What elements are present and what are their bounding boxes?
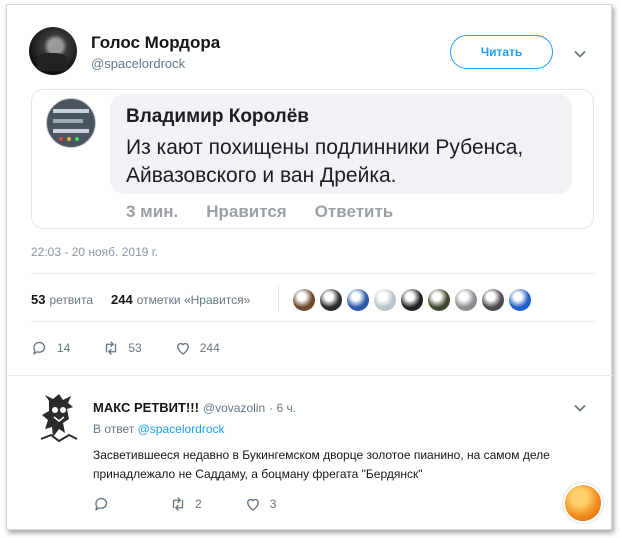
- reply-icon: [95, 497, 108, 511]
- chevron-down-icon[interactable]: [573, 47, 587, 61]
- reply-icon: [33, 341, 46, 355]
- liker-avatars: [293, 289, 531, 311]
- likes-label[interactable]: отметки «Нравится»: [137, 293, 251, 307]
- liker-avatar[interactable]: [428, 289, 450, 311]
- reply-actions: 2 3: [93, 495, 308, 513]
- reply-like-count: 3: [269, 497, 277, 511]
- watermark-logo: [563, 483, 603, 523]
- liker-avatar[interactable]: [401, 289, 423, 311]
- liker-avatar[interactable]: [374, 289, 396, 311]
- reply-to-label: В ответ: [93, 422, 135, 436]
- reply-text: Засветившееся недавно в Букингемском дво…: [93, 448, 550, 481]
- liker-avatar[interactable]: [293, 289, 315, 311]
- like-count: 244: [199, 341, 220, 355]
- quote-author-avatar: [46, 98, 96, 148]
- quote-author-name[interactable]: Владимир Королёв: [126, 106, 309, 128]
- reply-retweet-count: 2: [195, 497, 202, 511]
- reply-author-avatar[interactable]: [35, 393, 83, 445]
- heart-icon: [246, 498, 259, 511]
- comment-bubble: Владимир Королёв Из кают похищены подлин…: [110, 94, 572, 194]
- liker-avatar[interactable]: [482, 289, 504, 311]
- tweet-screenshot-frame: Голос Мордора @spacelordrock Читать Влад…: [6, 4, 613, 530]
- divider: [31, 273, 595, 274]
- quote-text: Из кают похищены подлинники Рубенса, Айв…: [126, 136, 524, 187]
- author-avatar[interactable]: [29, 27, 77, 75]
- reply-header: МАКС РЕТВИТ!!! @vovazolin · 6 ч.: [93, 400, 296, 415]
- tweet-actions: 14 53 244: [31, 339, 252, 357]
- tweet-timestamp[interactable]: 22:03 - 20 нояб. 2019 г.: [31, 245, 158, 259]
- retweet-icon: [106, 341, 117, 355]
- reply-time[interactable]: · 6 ч.: [269, 401, 296, 415]
- retweets-count[interactable]: 53: [31, 292, 45, 307]
- chevron-down-icon[interactable]: [573, 401, 587, 415]
- reply-author-handle[interactable]: @vovazolin: [203, 401, 265, 415]
- reply-to-line: В ответ @spacelordrock: [93, 422, 225, 436]
- reply-retweet-action[interactable]: 2: [169, 495, 202, 513]
- follow-button[interactable]: Читать: [450, 35, 553, 69]
- retweet-icon: [172, 497, 184, 511]
- liker-avatar[interactable]: [320, 289, 342, 311]
- divider: [31, 321, 595, 322]
- reply-to-link[interactable]: @spacelordrock: [138, 422, 225, 436]
- quote-time: 3 мин.: [126, 202, 179, 221]
- tweet-stats: 53 ретвита 244 отметки «Нравится»: [31, 292, 250, 307]
- retweet-action[interactable]: 53: [102, 339, 142, 357]
- quote-actions: 3 мин. Нравится Ответить: [126, 202, 393, 222]
- reply-author-name[interactable]: МАКС РЕТВИТ!!!: [93, 400, 199, 415]
- stats-separator: [278, 286, 279, 312]
- quoted-card[interactable]: Владимир Королёв Из кают похищены подлин…: [31, 89, 594, 229]
- liker-avatar[interactable]: [509, 289, 531, 311]
- reply-reply-action[interactable]: [93, 495, 119, 513]
- liker-avatar[interactable]: [455, 289, 477, 311]
- heart-icon: [176, 342, 189, 355]
- like-action[interactable]: 244: [174, 339, 220, 357]
- likes-count[interactable]: 244: [111, 292, 133, 307]
- retweet-count: 53: [128, 341, 142, 355]
- liker-avatar[interactable]: [347, 289, 369, 311]
- author-handle[interactable]: @spacelordrock: [91, 56, 185, 71]
- quote-reply-link: Ответить: [314, 202, 394, 221]
- reply-count: 14: [57, 341, 71, 355]
- reply-action[interactable]: 14: [31, 339, 70, 357]
- author-name[interactable]: Голос Мордора: [91, 33, 220, 53]
- divider: [7, 375, 613, 376]
- quote-like-link: Нравится: [206, 202, 287, 221]
- retweets-label[interactable]: ретвита: [49, 293, 93, 307]
- reply-like-action[interactable]: 3: [244, 495, 277, 513]
